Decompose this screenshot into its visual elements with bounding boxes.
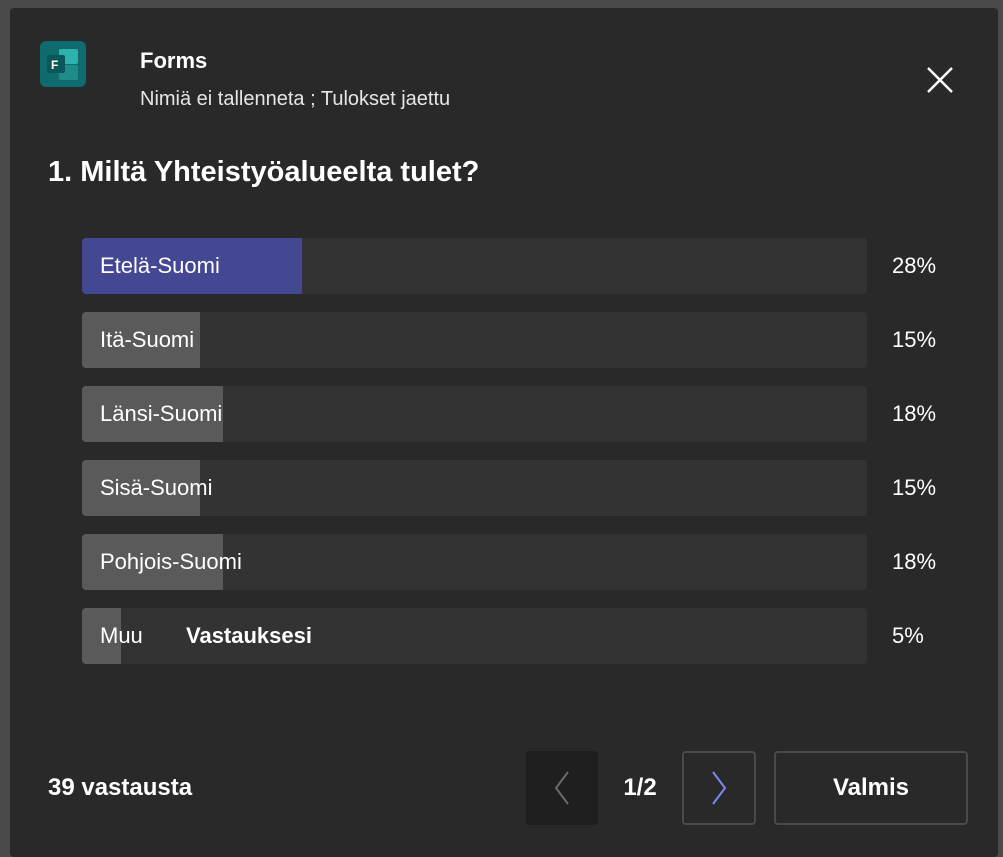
option-muu[interactable]: Muu Vastauksesi 5% [82,608,982,664]
option-percent: 15% [892,475,937,500]
chevron-left-icon [554,771,569,805]
option-pohjois-suomi[interactable]: Pohjois-Suomi 18% [82,534,982,590]
chevron-right-icon [712,771,727,805]
question-title: 1. Miltä Yhteistyöalueelta tulet? [48,156,480,188]
option-label: Itä-Suomi [100,327,195,352]
app-subtitle: Nimiä ei tallenneta ; Tulokset jaettu [140,88,451,110]
next-page-button[interactable] [682,751,756,825]
option-percent: 18% [892,401,937,426]
option-etela-suomi[interactable]: Etelä-Suomi 28% [82,238,982,294]
done-button[interactable]: Valmis [774,751,968,825]
close-icon [927,67,953,93]
option-lansi-suomi[interactable]: Länsi-Suomi 18% [82,386,982,442]
response-count: 39 vastausta [48,774,193,801]
option-sisa-suomi[interactable]: Sisä-Suomi 15% [82,460,982,516]
previous-page-button[interactable] [526,751,598,825]
forms-app-icon: F [40,41,86,87]
close-button[interactable] [920,60,960,100]
options-list: Etelä-Suomi 28% Itä-Suomi 15% Länsi-Suom… [82,238,982,682]
option-label: Etelä-Suomi [100,253,220,278]
app-name: Forms [140,48,208,73]
option-percent: 15% [892,327,937,352]
option-percent: 28% [892,253,937,278]
option-label: Sisä-Suomi [100,475,213,500]
option-percent: 5% [892,623,924,648]
option-label: Länsi-Suomi [100,401,223,426]
option-label: Pohjois-Suomi [100,549,242,574]
svg-text:F: F [51,58,58,72]
option-label: Muu [100,623,143,648]
option-percent: 18% [892,549,937,574]
forms-results-card: F Forms Nimiä ei tallenneta ; Tulokset j… [10,8,998,857]
page-indicator: 1/2 [623,774,657,801]
your-answer-label: Vastauksesi [186,623,312,648]
option-bar-track [82,312,867,368]
option-ita-suomi[interactable]: Itä-Suomi 15% [82,312,982,368]
